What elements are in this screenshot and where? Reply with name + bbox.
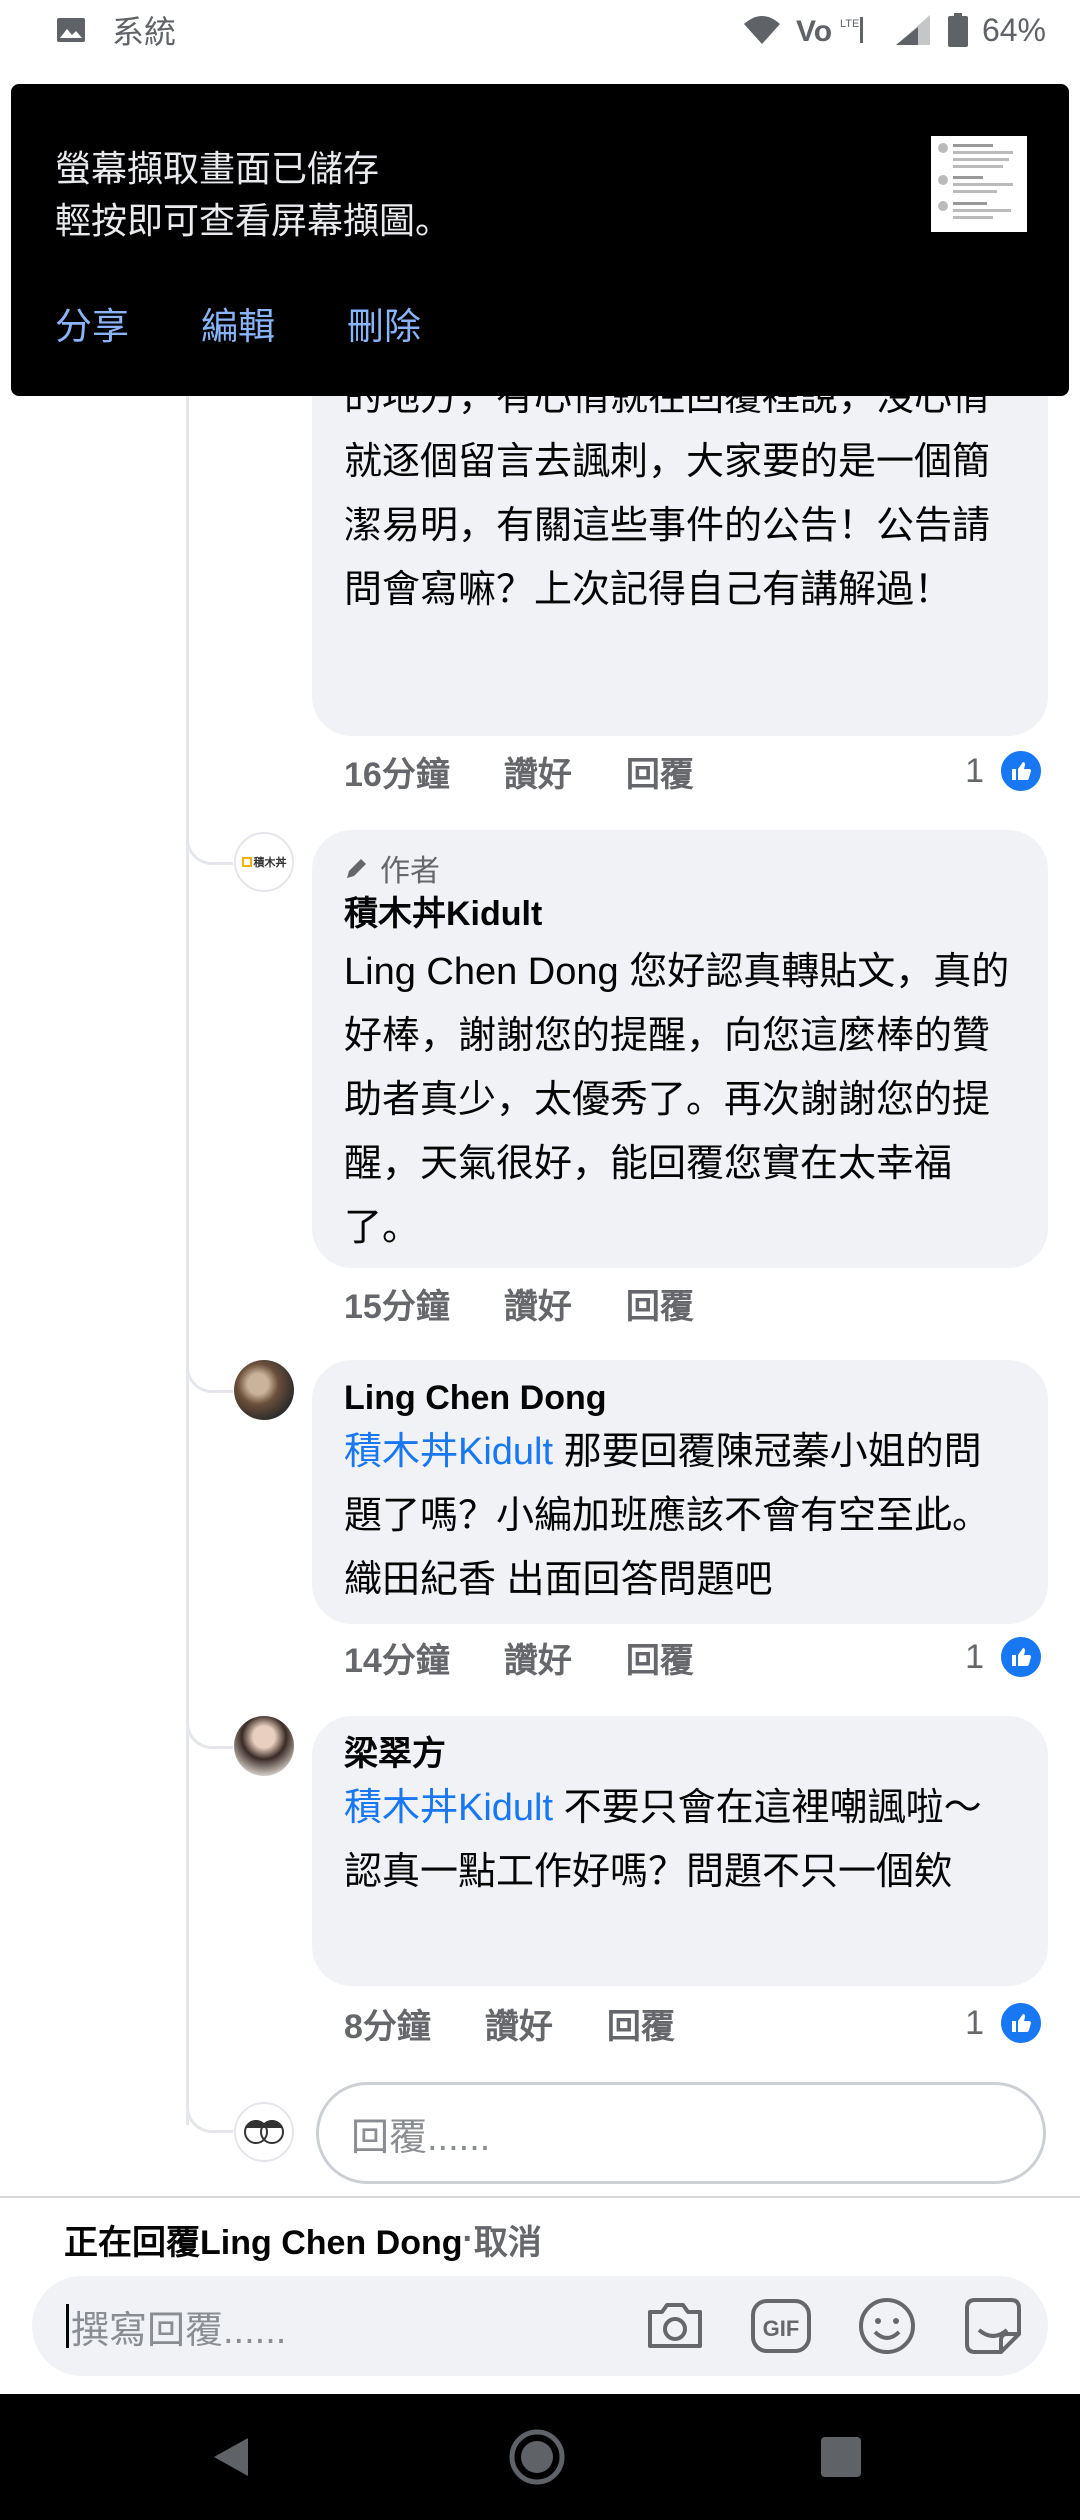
status-bar: 系統 Vo LTE 64% [0, 0, 1080, 60]
signal-icon [895, 15, 930, 45]
avatar [234, 2102, 294, 2162]
svg-text:LTE: LTE [840, 18, 859, 30]
comment-time: 8分鐘 [344, 2007, 431, 2046]
image-icon [57, 18, 85, 42]
comment-text: Ling Chen Dong 您好認真轉貼文，真的好棒，謝謝您的提醒，向您這麼棒… [344, 951, 1010, 1249]
comment-text: 積木丼Kidult 不要只會在這裡嘲諷啦～認真一點工作好嗎？問題不只一個欸 [344, 1776, 1018, 1904]
comment-time: 14分鐘 [344, 1641, 450, 1680]
replying-separator: · [462, 2219, 474, 2258]
reply-button[interactable]: 回覆 [626, 1279, 694, 1328]
share-button[interactable]: 分享 [55, 296, 129, 350]
comment-actions: 8分鐘 讚好 回覆 [344, 1998, 729, 2048]
replying-to-text: 正在回覆Ling Chen Dong [64, 2223, 463, 2262]
like-button[interactable]: 讚好 [485, 1999, 553, 2048]
commenter-name[interactable]: 梁翠方 [344, 1732, 1018, 1776]
reply-input-placeholder: 回覆...... [351, 2116, 491, 2159]
like-count[interactable]: 1 [965, 1998, 1044, 2048]
mention-link[interactable]: 積木丼Kidult [344, 1431, 553, 1473]
svg-text:Vo: Vo [796, 15, 832, 47]
compose-icons: GIF [642, 2293, 1026, 2359]
mention-link[interactable]: 積木丼Kidult [344, 1787, 553, 1829]
avatar[interactable]: 積木丼 [234, 832, 294, 892]
thumbs-up-icon [998, 748, 1044, 794]
notification-actions: 分享 編輯 刪除 [55, 296, 421, 350]
emoji-icon[interactable] [854, 2293, 920, 2359]
status-right: Vo LTE 64% [742, 0, 1046, 60]
notification-title: 螢幕擷取畫面已儲存 [55, 148, 380, 189]
gif-icon-label: GIF [763, 2316, 800, 2341]
sticker-icon[interactable] [960, 2293, 1026, 2359]
avatar[interactable] [234, 1716, 294, 1776]
pencil-icon [347, 859, 366, 878]
cartoon-avatar-icon [244, 2120, 284, 2144]
comment-actions: 15分鐘 讚好 回覆 [344, 1278, 748, 1328]
text-cursor [66, 2304, 69, 2348]
like-count[interactable]: 1 [965, 746, 1044, 796]
commenter-name[interactable]: Ling Chen Dong [344, 1376, 1018, 1420]
gif-icon[interactable]: GIF [748, 2293, 814, 2359]
wifi-icon [743, 16, 780, 44]
recents-icon[interactable] [808, 2424, 874, 2490]
comment-time: 15分鐘 [344, 1287, 450, 1326]
back-icon[interactable] [198, 2424, 264, 2490]
like-count[interactable]: 1 [965, 1632, 1044, 1682]
like-count-number: 1 [965, 751, 984, 790]
comment-bubble: Ling Chen Dong 積木丼Kidult 那要回覆陳冠蓁小姐的問題了嗎？… [312, 1360, 1048, 1624]
cancel-reply-link[interactable]: 取消 [474, 2215, 542, 2264]
kidult-logo-icon [241, 857, 252, 867]
like-count-number: 1 [965, 2003, 984, 2042]
comment-text: 積木丼Kidult 那要回覆陳冠蓁小姐的問題了嗎？小編加班應該不會有空至此。 織… [344, 1420, 1018, 1612]
status-label: 系統 [112, 14, 177, 50]
comment-actions: 16分鐘 讚好 回覆 [344, 746, 748, 796]
home-icon[interactable] [504, 2424, 570, 2490]
notification-subtitle: 輕按即可查看屏幕擷圖。 [55, 200, 452, 241]
reply-button[interactable]: 回覆 [626, 747, 694, 796]
replying-to-bar: 正在回覆Ling Chen Dong · 取消 [0, 2196, 1080, 2280]
like-button[interactable]: 讚好 [504, 747, 572, 796]
android-nav-bar [0, 2394, 1080, 2520]
author-badge-label: 作者 [380, 855, 440, 888]
status-left: 系統 [56, 7, 176, 53]
comment-time: 16分鐘 [344, 755, 450, 794]
like-button[interactable]: 讚好 [504, 1279, 572, 1328]
delete-button[interactable]: 刪除 [347, 296, 421, 350]
like-button[interactable]: 讚好 [504, 1633, 572, 1682]
comment-text: 的地方，有心情就在回覆裡說，沒心情就逐個留言去諷刺，大家要的是一個簡潔易明，有關… [344, 377, 991, 611]
avatar[interactable] [234, 1360, 294, 1420]
thumbs-up-icon [998, 1634, 1044, 1680]
avatar-logo-text: 積木丼 [253, 857, 287, 869]
battery-icon [947, 13, 968, 47]
thread-line [186, 200, 189, 2125]
battery-percent: 64% [981, 11, 1046, 48]
like-count-number: 1 [965, 1637, 984, 1676]
comment-bubble: 作者 積木丼Kidult Ling Chen Dong 您好認真轉貼文，真的好棒… [312, 830, 1048, 1268]
edit-button[interactable]: 編輯 [201, 296, 275, 350]
screenshot-notification[interactable]: 螢幕擷取畫面已儲存 輕按即可查看屏幕擷圖。 分享 編輯 刪除 [11, 84, 1069, 396]
commenter-name[interactable]: 積木丼Kidult [344, 892, 1018, 936]
screenshot-thumbnail[interactable] [931, 136, 1027, 232]
comment-bubble: 梁翠方 積木丼Kidult 不要只會在這裡嘲諷啦～認真一點工作好嗎？問題不只一個… [312, 1716, 1048, 1986]
compose-reply-field[interactable]: 撰寫回覆...... GIF [32, 2276, 1048, 2376]
author-badge: 作者 [344, 848, 1018, 888]
compose-placeholder: 撰寫回覆...... [71, 2309, 287, 2352]
comment-actions: 14分鐘 讚好 回覆 [344, 1632, 748, 1682]
thumbs-up-icon [998, 2000, 1044, 2046]
reply-input[interactable]: 回覆...... [316, 2082, 1046, 2184]
volte-icon: Vo LTE [796, 15, 863, 47]
screenshot-preview-icon [931, 136, 1027, 232]
camera-icon[interactable] [642, 2293, 708, 2359]
reply-button[interactable]: 回覆 [626, 1633, 694, 1682]
reply-button[interactable]: 回覆 [607, 1999, 675, 2048]
